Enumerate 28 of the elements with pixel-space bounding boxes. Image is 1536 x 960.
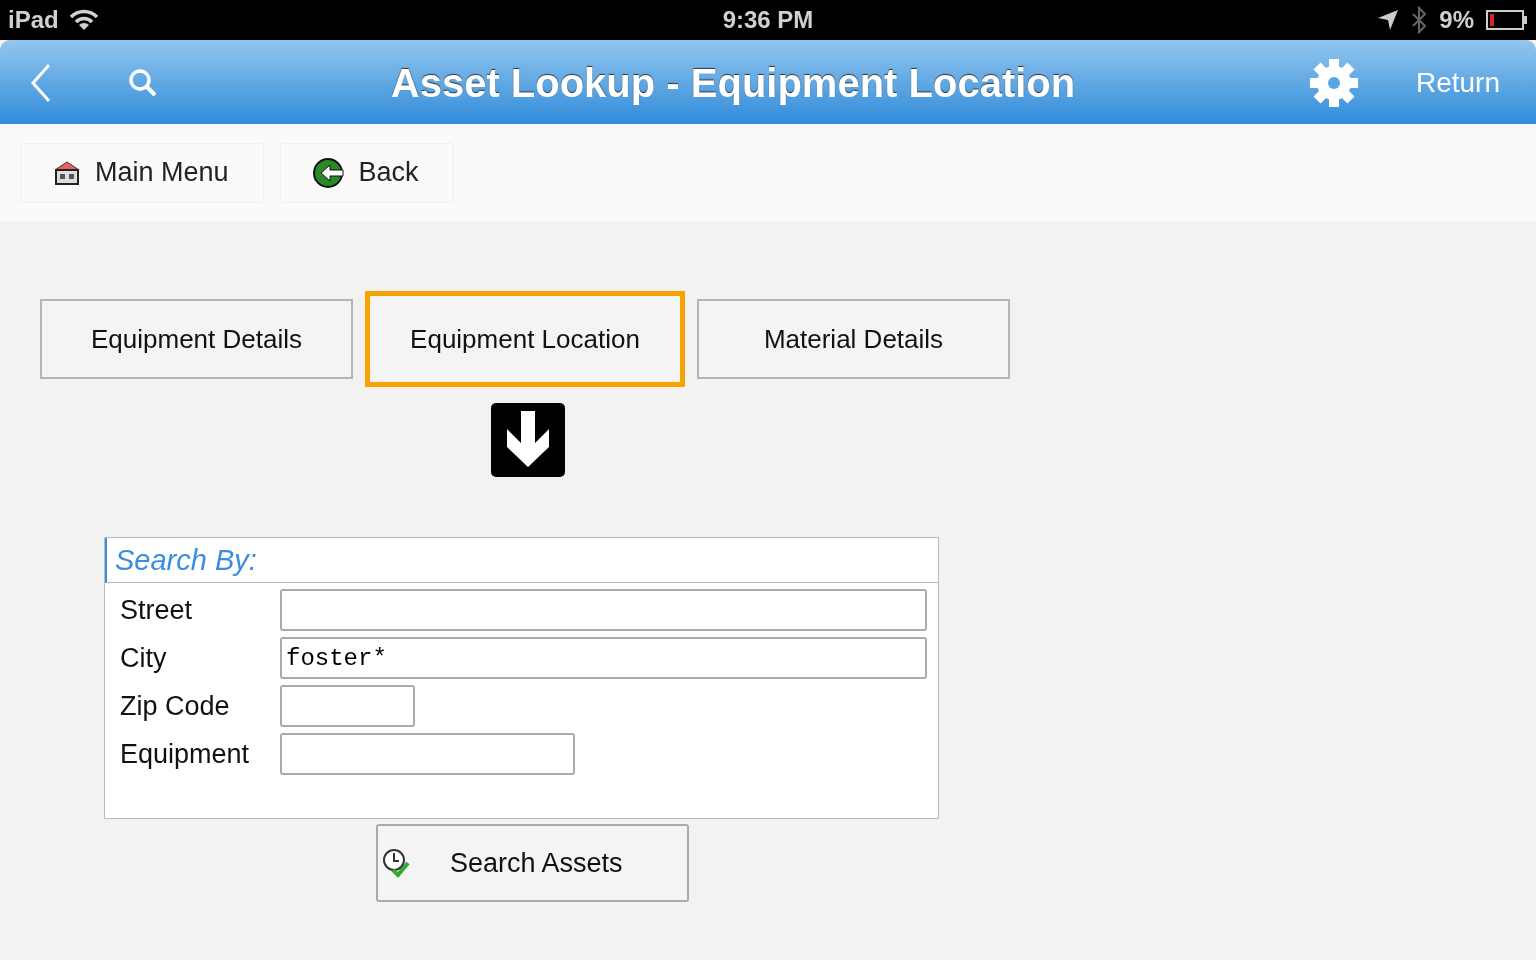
input-field[interactable] (280, 733, 575, 775)
field-label: City (120, 642, 168, 674)
clock-time: 9:36 PM (722, 6, 814, 34)
device-name: iPad (8, 6, 59, 34)
clock-check-icon (382, 848, 410, 878)
search-icon[interactable] (128, 68, 158, 98)
bluetooth-icon (1411, 6, 1428, 34)
field-label: Equipment (120, 738, 251, 770)
tab[interactable]: Material Details (697, 299, 1010, 379)
field-label: Street (120, 594, 194, 626)
wifi-icon (68, 9, 99, 31)
page-title: Asset Lookup - Equipment Location (389, 60, 1077, 106)
house-icon (53, 159, 81, 186)
search-assets-button[interactable]: Search Assets (376, 824, 689, 902)
field-label: Zip Code (120, 690, 231, 722)
location-arrow-icon (1377, 9, 1400, 31)
battery-percent: 9% (1439, 6, 1474, 34)
input-field[interactable]: foster* (280, 637, 927, 679)
battery-icon (1486, 10, 1528, 30)
tab[interactable]: Equipment Details (40, 299, 353, 379)
input-field[interactable] (280, 589, 927, 631)
toolbar-button[interactable]: Main Menu (20, 142, 264, 203)
toolbar-button[interactable]: Back (279, 142, 454, 203)
panel-legend: Search By: (105, 538, 938, 583)
back-chevron-icon[interactable] (30, 63, 52, 103)
settings-icon[interactable] (1307, 57, 1360, 109)
input-field[interactable] (280, 685, 415, 727)
tab[interactable]: Equipment Location (365, 291, 685, 387)
